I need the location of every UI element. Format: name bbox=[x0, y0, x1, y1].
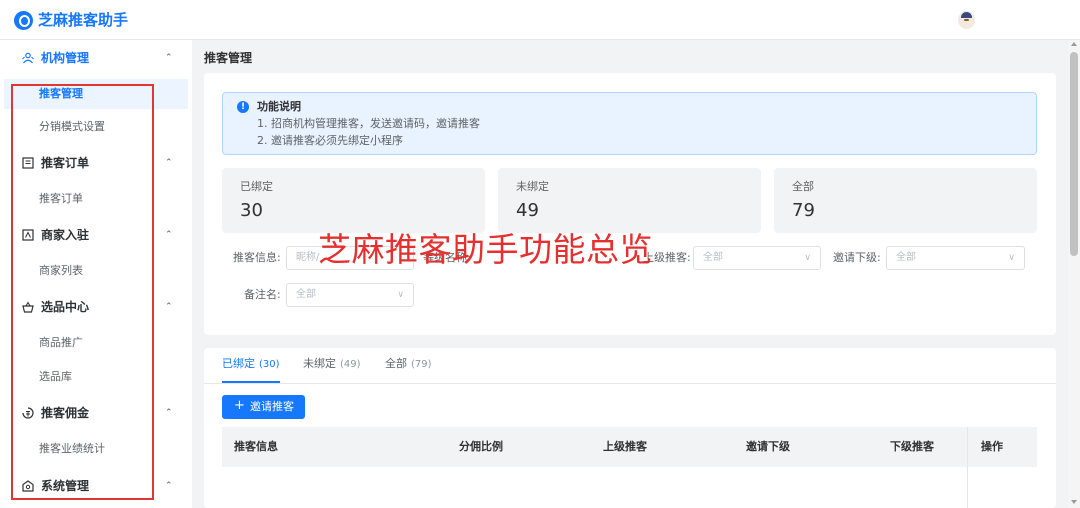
overlay-annotation-title: 芝麻推客助手功能总览 bbox=[318, 230, 653, 269]
nav-group-label: 推客订单 bbox=[41, 156, 90, 170]
selected-value: 全部 bbox=[896, 252, 916, 263]
selected-value: 全部 bbox=[703, 252, 723, 263]
scroll-thumb[interactable] bbox=[1070, 52, 1078, 256]
sidebar-item-label: 分销模式设置 bbox=[39, 120, 105, 133]
chevron-down-icon: ∨ bbox=[804, 253, 811, 263]
plus-icon: + bbox=[234, 398, 245, 413]
stat-card-all[interactable]: 全部 79 bbox=[774, 168, 1037, 233]
chevron-up-icon: ⌃ bbox=[165, 230, 173, 240]
feature-notice: ! 功能说明 1. 招商机构管理推客，发送邀请码，邀请推客 2. 邀请推客必须先… bbox=[222, 92, 1037, 155]
nav-group-system-management[interactable]: 系统管理 ⌃ bbox=[0, 471, 192, 501]
notice-line: 1. 招商机构管理推客，发送邀请码，邀请推客 bbox=[257, 117, 480, 130]
sidebar-item-promoter-orders[interactable]: 推客订单 bbox=[4, 184, 188, 214]
tab-count: (79) bbox=[411, 359, 432, 370]
invite-promoter-button[interactable]: + 邀请推客 bbox=[222, 395, 305, 419]
scroll-up-arrow-icon[interactable] bbox=[1071, 42, 1077, 46]
sidebar-item-label: 推客业绩统计 bbox=[39, 442, 105, 455]
sidebar-item-label: 推客管理 bbox=[39, 87, 83, 100]
stat-value: 79 bbox=[792, 200, 815, 221]
nav-group-label: 商家入驻 bbox=[41, 228, 90, 242]
stat-value: 30 bbox=[240, 200, 263, 221]
column-header: 操作 bbox=[981, 440, 1003, 453]
stat-label: 未绑定 bbox=[516, 180, 549, 193]
nav-group-promoter-orders[interactable]: 推客订单 ⌃ bbox=[0, 148, 192, 178]
placeholder: 昵称/ bbox=[296, 252, 320, 263]
column-header: 分佣比例 bbox=[459, 440, 503, 453]
tab-label: 全部 bbox=[385, 357, 407, 370]
tab-unbound[interactable]: 未绑定 (49) bbox=[303, 357, 361, 372]
column-header: 下级推客 bbox=[890, 440, 934, 453]
sidebar-item-distribution-settings[interactable]: 分销模式设置 bbox=[4, 112, 188, 142]
sidebar-item-product-promotion[interactable]: 商品推广 bbox=[4, 328, 188, 358]
tab-all[interactable]: 全部 (79) bbox=[385, 357, 432, 372]
top-bar: 芝麻推客助手 bbox=[0, 0, 1080, 40]
chevron-down-icon: ∨ bbox=[1008, 253, 1015, 263]
selected-value: 全部 bbox=[296, 289, 316, 300]
nav-group-org-management[interactable]: 机构管理 ⌃ bbox=[0, 43, 192, 73]
column-header: 推客信息 bbox=[234, 440, 278, 453]
tab-count: (49) bbox=[340, 359, 361, 370]
sidebar-item-label: 商家列表 bbox=[39, 264, 83, 277]
nav-group-label: 推客佣金 bbox=[41, 406, 90, 420]
sidebar: 机构管理 ⌃ 推客管理 分销模式设置 推客订单 ⌃ 推客订单 商家入驻 ⌃ 商家… bbox=[0, 40, 192, 508]
tab-bound[interactable]: 已绑定 (30) bbox=[222, 357, 280, 372]
tab-count: (30) bbox=[259, 359, 280, 370]
sidebar-item-label: 商品推广 bbox=[39, 336, 83, 349]
merchant-icon bbox=[22, 229, 34, 241]
stat-card-bound[interactable]: 已绑定 30 bbox=[222, 168, 485, 233]
chevron-up-icon: ⌃ bbox=[165, 158, 173, 168]
stat-label: 已绑定 bbox=[240, 180, 273, 193]
commission-icon bbox=[22, 407, 34, 419]
tab-label: 已绑定 bbox=[222, 357, 255, 370]
info-icon: ! bbox=[237, 101, 249, 113]
chevron-down-icon: ∨ bbox=[397, 290, 404, 300]
sidebar-item-promoter-management[interactable]: 推客管理 bbox=[4, 79, 188, 109]
nav-group-label: 机构管理 bbox=[41, 51, 90, 65]
column-header: 邀请下级 bbox=[746, 440, 790, 453]
superior-promoter-select[interactable]: 全部 ∨ bbox=[693, 246, 821, 270]
tabs-divider bbox=[204, 383, 1056, 384]
nav-group-label: 选品中心 bbox=[41, 300, 90, 314]
sidebar-item-performance-stats[interactable]: 推客业绩统计 bbox=[4, 434, 188, 464]
page-scrollbar[interactable] bbox=[1068, 40, 1080, 508]
user-avatar[interactable] bbox=[958, 11, 975, 29]
invite-subordinate-select[interactable]: 全部 ∨ bbox=[886, 246, 1025, 270]
nav-group-promoter-commission[interactable]: 推客佣金 ⌃ bbox=[0, 398, 192, 428]
column-header: 上级推客 bbox=[603, 440, 647, 453]
notice-title: 功能说明 bbox=[257, 100, 301, 113]
button-label: 邀请推客 bbox=[250, 400, 294, 413]
column-divider bbox=[967, 427, 968, 508]
nav-group-merchant-onboarding[interactable]: 商家入驻 ⌃ bbox=[0, 220, 192, 250]
invite-subordinate-label: 邀请下级: bbox=[833, 251, 881, 264]
notice-line: 2. 邀请推客必须先绑定小程序 bbox=[257, 134, 403, 147]
sidebar-item-merchant-list[interactable]: 商家列表 bbox=[4, 256, 188, 286]
tab-label: 未绑定 bbox=[303, 357, 336, 370]
remark-name-select[interactable]: 全部 ∨ bbox=[286, 283, 414, 307]
stat-label: 全部 bbox=[792, 180, 814, 193]
sidebar-item-product-library[interactable]: 选品库 bbox=[4, 362, 188, 392]
nav-group-label: 系统管理 bbox=[41, 479, 90, 493]
promoter-info-label: 推客信息: bbox=[233, 251, 281, 264]
nav-group-product-center[interactable]: 选品中心 ⌃ bbox=[0, 292, 192, 322]
remark-name-label: 备注名: bbox=[244, 288, 281, 301]
stat-card-unbound[interactable]: 未绑定 49 bbox=[498, 168, 761, 233]
chevron-up-icon: ⌃ bbox=[165, 53, 173, 63]
order-icon bbox=[22, 157, 34, 169]
basket-icon bbox=[22, 301, 34, 313]
scroll-down-arrow-icon[interactable] bbox=[1071, 500, 1077, 504]
sidebar-item-label: 推客订单 bbox=[39, 192, 83, 205]
app-title: 芝麻推客助手 bbox=[38, 11, 129, 29]
stat-value: 49 bbox=[516, 200, 539, 221]
table-header: 推客信息 分佣比例 上级推客 邀请下级 下级推客 操作 bbox=[222, 427, 1037, 508]
org-icon bbox=[22, 52, 34, 64]
system-icon bbox=[22, 480, 34, 492]
chevron-up-icon: ⌃ bbox=[165, 302, 173, 312]
logo-icon bbox=[14, 11, 33, 30]
sidebar-item-label: 选品库 bbox=[39, 370, 72, 383]
page-title: 推客管理 bbox=[204, 51, 253, 65]
chevron-up-icon: ⌃ bbox=[165, 481, 173, 491]
chevron-up-icon: ⌃ bbox=[165, 408, 173, 418]
